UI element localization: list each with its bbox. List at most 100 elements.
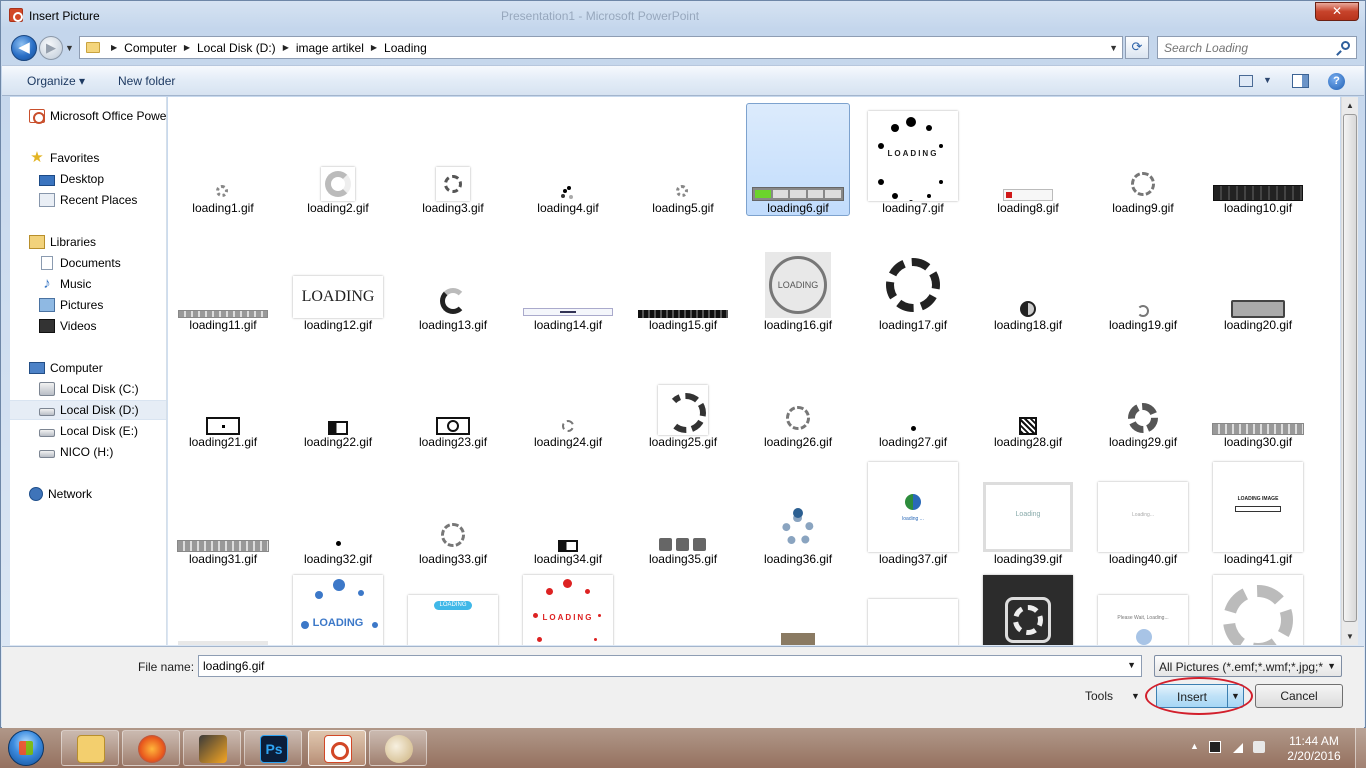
file-item[interactable]: loading19.gif (1091, 220, 1195, 333)
file-name-combobox[interactable]: ▼ (198, 655, 1142, 677)
sidebar-item-nico-h[interactable]: NICO (H:) (10, 442, 166, 462)
file-item[interactable]: LOADING loading7.gif (861, 103, 965, 216)
sidebar-item-microsoft-office[interactable]: Microsoft Office Powe (10, 106, 166, 126)
taskbar-photoshop[interactable]: Ps (244, 730, 302, 766)
scroll-up-icon[interactable]: ▲ (1346, 101, 1354, 110)
sidebar-item-local-disk-d[interactable]: Local Disk (D:) (10, 400, 166, 420)
sidebar-item-music[interactable]: ♪ Music (10, 274, 166, 294)
search-box[interactable] (1157, 36, 1357, 59)
address-bar[interactable]: ▶ Computer ▶ Local Disk (D:) ▶ image art… (79, 36, 1123, 59)
file-item[interactable]: loading20.gif (1206, 220, 1310, 333)
taskbar-winamp[interactable] (183, 730, 241, 766)
file-item[interactable]: LOADING (286, 571, 390, 645)
file-item[interactable]: loading33.gif (401, 454, 505, 567)
file-item[interactable]: loading21.gif (171, 337, 275, 450)
file-item[interactable] (861, 571, 965, 645)
chevron-down-icon[interactable]: ▼ (1131, 691, 1140, 701)
start-button[interactable] (2, 729, 52, 767)
file-item[interactable]: loading24.gif (516, 337, 620, 450)
chevron-right-icon[interactable]: ▶ (283, 43, 289, 52)
sidebar-item-videos[interactable]: Videos (10, 316, 166, 336)
search-icon[interactable] (1341, 41, 1350, 50)
help-icon[interactable]: ? (1328, 73, 1345, 90)
chevron-right-icon[interactable]: ▶ (371, 43, 377, 52)
refresh-button[interactable]: ⟳ (1125, 36, 1149, 59)
title-bar[interactable]: Insert Picture Presentation1 - Microsoft… (1, 1, 1365, 31)
file-item[interactable]: LOADING loading12.gif (286, 220, 390, 333)
breadcrumb-loading[interactable]: Loading (384, 41, 427, 55)
breadcrumb-computer[interactable]: Computer (124, 41, 177, 55)
history-dropdown-icon[interactable]: ▼ (65, 43, 74, 53)
file-item[interactable]: loading35.gif (631, 454, 735, 567)
chevron-right-icon[interactable]: ▶ (184, 43, 190, 52)
organize-button[interactable]: Organize ▾ (27, 74, 85, 88)
taskbar-powerpoint[interactable] (308, 730, 366, 766)
back-button[interactable]: ◀ (11, 35, 37, 61)
show-desktop-button[interactable] (1355, 728, 1366, 768)
file-item[interactable]: loading34.gif (516, 454, 620, 567)
file-item[interactable]: loading ... loading37.gif (861, 454, 965, 567)
file-item[interactable]: loading36.gif (746, 454, 850, 567)
file-item[interactable]: LOADING loading16.gif (746, 220, 850, 333)
close-button[interactable]: ✕ (1315, 2, 1359, 21)
file-item[interactable]: loading1.gif (171, 103, 275, 216)
file-item[interactable]: loading17.gif (861, 220, 965, 333)
file-name-input[interactable] (199, 656, 1119, 676)
file-item[interactable]: Loading loading39.gif (976, 454, 1080, 567)
forward-button[interactable]: ▶ (39, 36, 63, 60)
file-item[interactable]: loading29.gif (1091, 337, 1195, 450)
chevron-down-icon[interactable]: ▼ (1109, 43, 1118, 53)
clock[interactable]: 11:44 AM 2/20/2016 (1281, 734, 1347, 764)
file-item[interactable]: loading27.gif (861, 337, 965, 450)
file-item[interactable]: loading25.gif (631, 337, 735, 450)
sidebar-item-favorites[interactable]: ★ Favorites (10, 148, 166, 168)
file-item[interactable]: loading15.gif (631, 220, 735, 333)
file-item[interactable]: Loading... loading40.gif (1091, 454, 1195, 567)
sidebar-item-computer[interactable]: Computer (10, 358, 166, 378)
breadcrumb-image-artikel[interactable]: image artikel (296, 41, 364, 55)
file-item[interactable]: loading9.gif (1091, 103, 1195, 216)
sidebar-item-local-disk-c[interactable]: Local Disk (C:) (10, 379, 166, 399)
file-item[interactable] (746, 571, 850, 645)
file-item[interactable] (1206, 571, 1310, 645)
signal-icon[interactable] (1233, 743, 1243, 753)
file-item[interactable]: loading26.gif (746, 337, 850, 450)
file-item[interactable]: loading23.gif (401, 337, 505, 450)
tools-button[interactable]: Tools (1085, 689, 1113, 703)
file-item[interactable]: loading10.gif (1206, 103, 1310, 216)
file-item[interactable]: loading3.gif (401, 103, 505, 216)
volume-icon[interactable] (1253, 741, 1265, 753)
scroll-down-icon[interactable]: ▼ (1346, 632, 1354, 641)
taskbar-firefox[interactable] (122, 730, 180, 766)
file-item[interactable]: loading31.gif (171, 454, 275, 567)
sidebar-item-pictures[interactable]: Pictures (10, 295, 166, 315)
sidebar-item-documents[interactable]: Documents (10, 253, 166, 273)
file-item[interactable]: loading13.gif (401, 220, 505, 333)
taskbar-paint[interactable] (369, 730, 427, 766)
chevron-down-icon[interactable]: ▼ (1263, 75, 1272, 85)
file-item[interactable]: loading2.gif (286, 103, 390, 216)
change-view-icon[interactable] (1239, 75, 1253, 87)
chevron-down-icon[interactable]: ▼ (1127, 660, 1136, 670)
chevron-down-icon[interactable]: ▼ (1327, 661, 1336, 671)
file-type-select[interactable]: All Pictures (*.emf;*.wmf;*.jpg;* ▼ (1154, 655, 1342, 677)
file-item[interactable]: loading22.gif (286, 337, 390, 450)
file-item[interactable]: loading6.gif (746, 103, 850, 216)
preview-pane-icon[interactable] (1292, 74, 1309, 88)
breadcrumb-local-disk-d[interactable]: Local Disk (D:) (197, 41, 276, 55)
file-item[interactable]: loading18.gif (976, 220, 1080, 333)
sidebar-item-libraries[interactable]: Libraries (10, 232, 166, 252)
file-item[interactable]: loading14.gif (516, 220, 620, 333)
file-item[interactable] (171, 571, 275, 645)
file-item[interactable]: LOADING (401, 571, 505, 645)
sidebar-item-network[interactable]: Network (10, 484, 166, 504)
file-item[interactable]: loading4.gif (516, 103, 620, 216)
file-item[interactable] (976, 571, 1080, 645)
file-item[interactable]: loading28.gif (976, 337, 1080, 450)
chevron-right-icon[interactable]: ▶ (111, 43, 117, 52)
taskbar-explorer[interactable] (61, 730, 119, 766)
show-hidden-icons-icon[interactable]: ▲ (1190, 741, 1202, 753)
file-item[interactable]: LOADING (516, 571, 620, 645)
cancel-button[interactable]: Cancel (1255, 684, 1343, 708)
search-input[interactable] (1158, 37, 1328, 58)
